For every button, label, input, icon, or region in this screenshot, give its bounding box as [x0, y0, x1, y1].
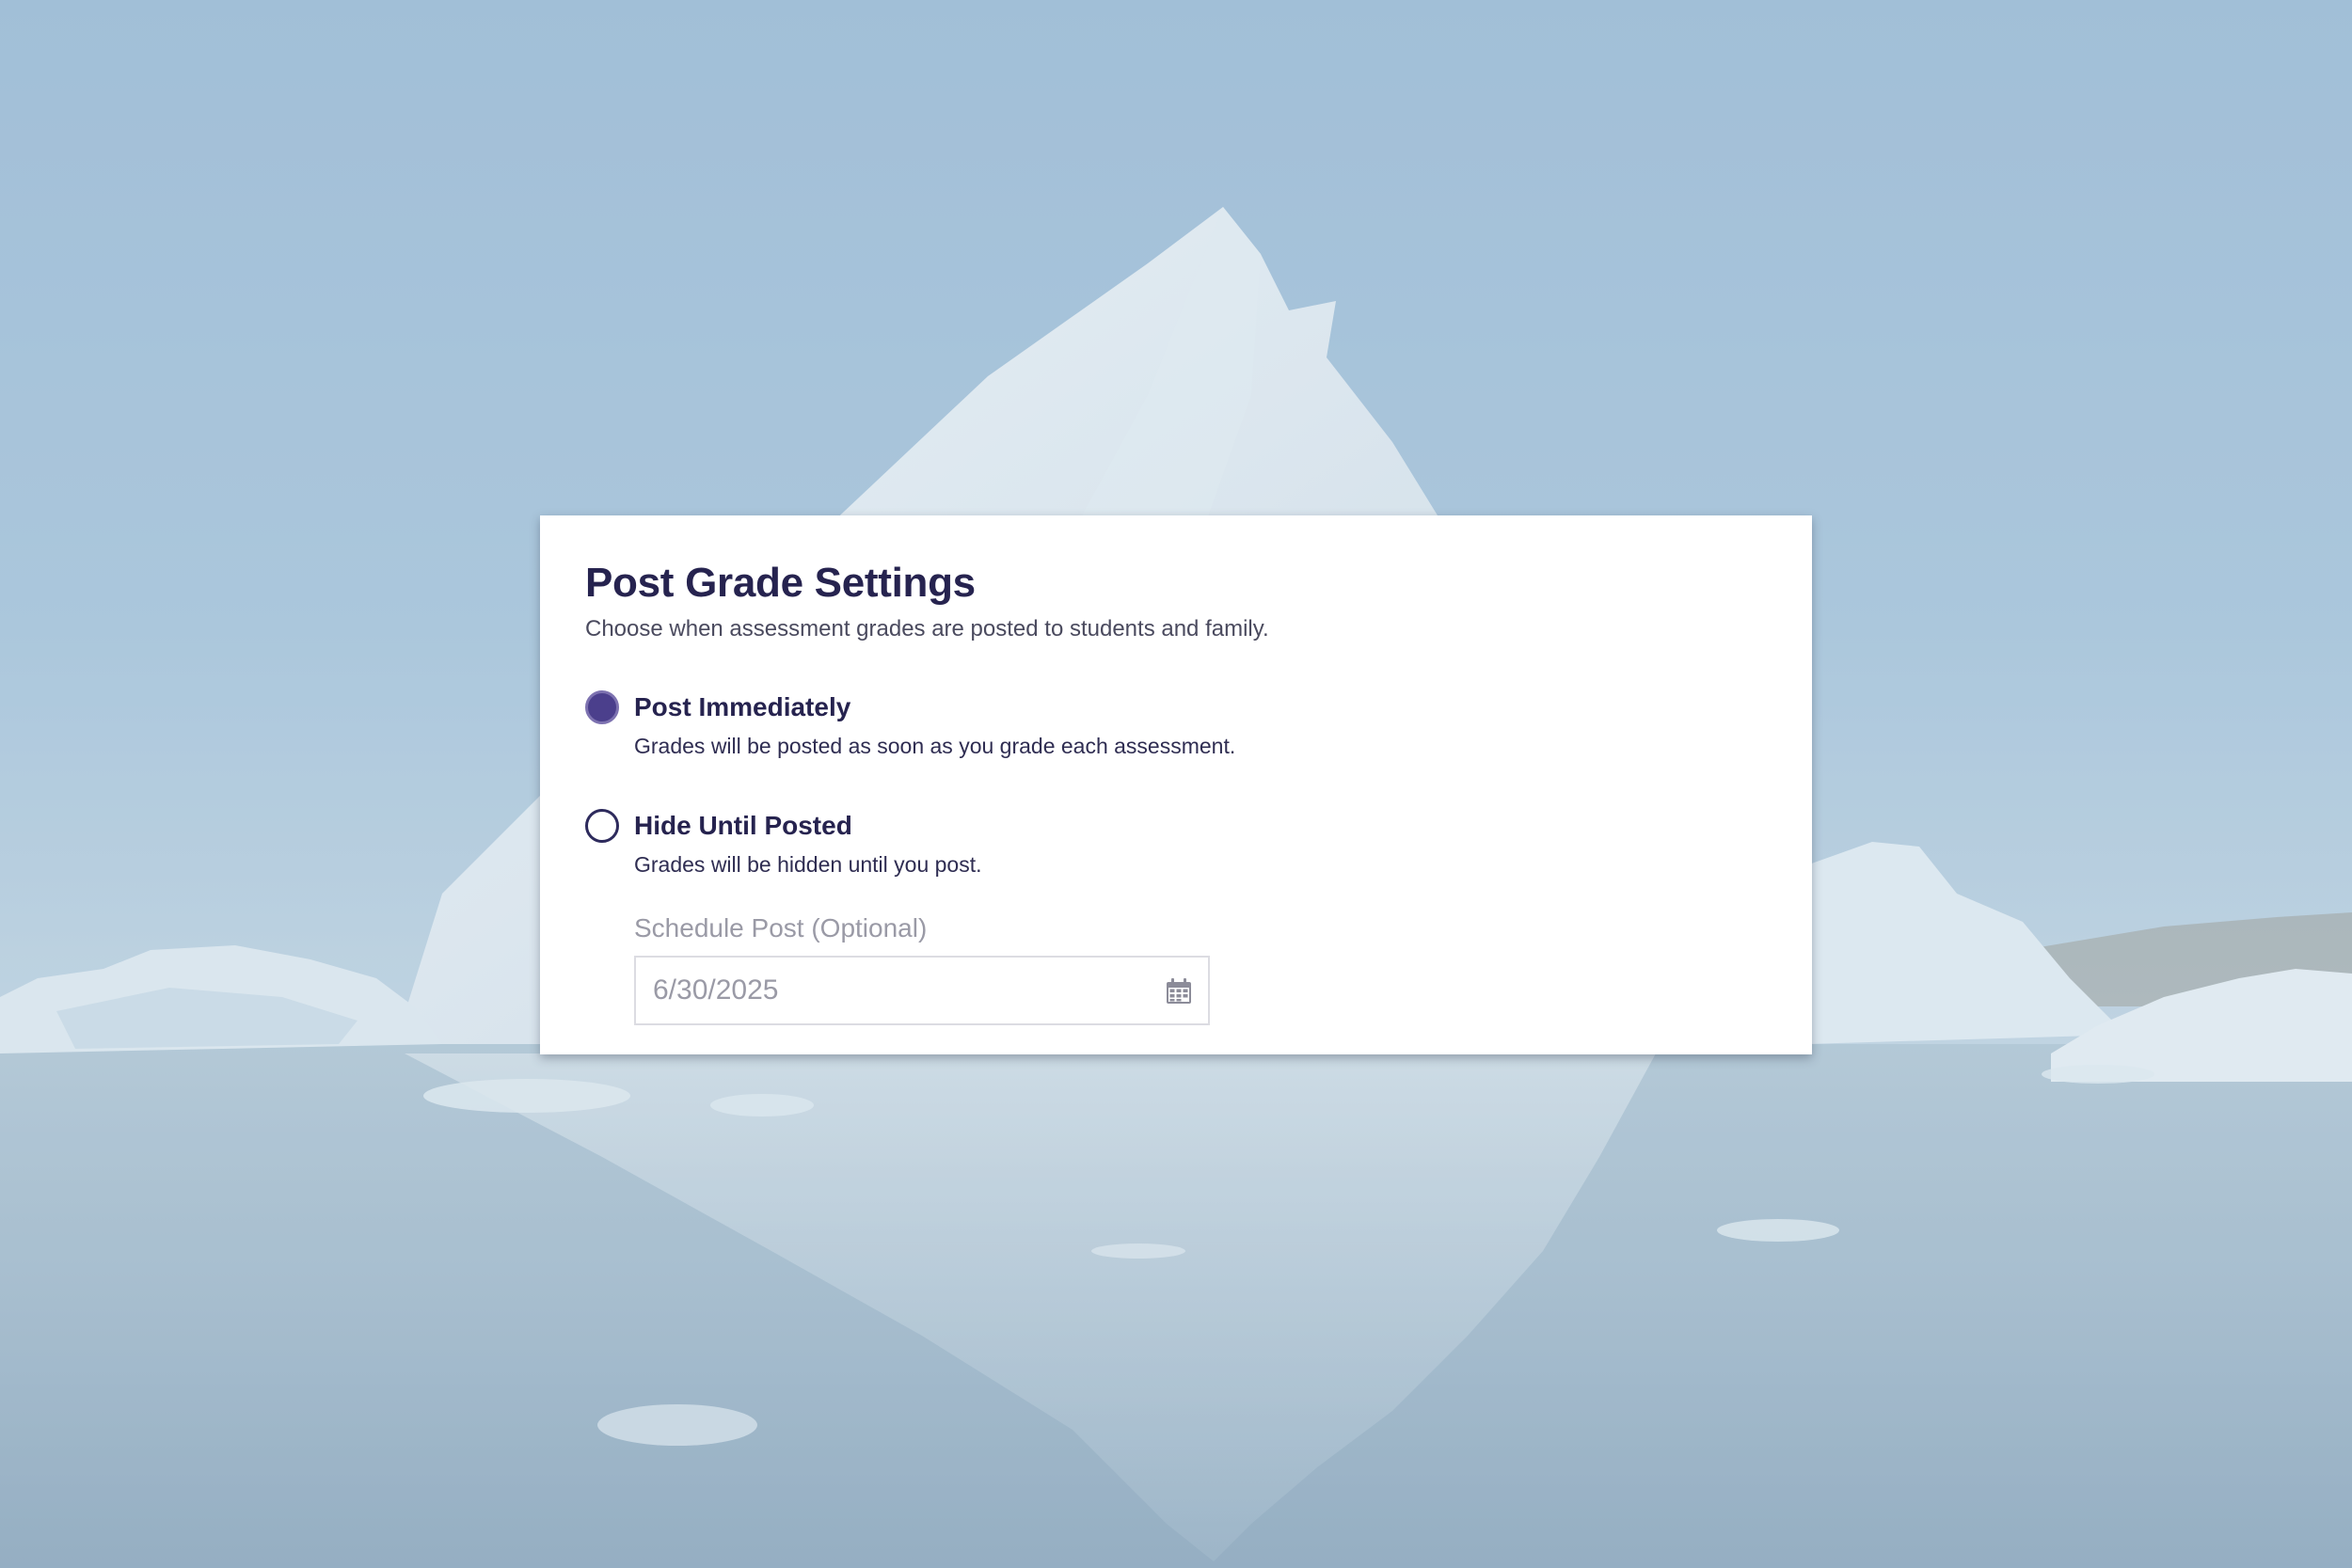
post-immediately-radio[interactable] [585, 690, 619, 724]
option-label: Post Immediately [634, 692, 851, 721]
screen: Post Grade Settings Choose when assessme… [0, 0, 2352, 1568]
post-grade-settings-dialog: Post Grade Settings Choose when assessme… [540, 515, 1812, 1054]
schedule-post-section: Schedule Post (Optional) [634, 912, 1812, 1025]
hide-until-posted-radio[interactable] [585, 809, 619, 843]
dialog-subtitle: Choose when assessment grades are posted… [585, 616, 1269, 641]
option-label: Hide Until Posted [634, 811, 852, 840]
option-hide-until-posted[interactable]: Hide Until Posted Grades will be hidden … [585, 807, 1812, 879]
dialog-title: Post Grade Settings [585, 560, 976, 606]
schedule-post-label: Schedule Post (Optional) [634, 913, 928, 942]
schedule-date-input[interactable] [636, 958, 1142, 1023]
option-description: Grades will be posted as soon as you gra… [634, 734, 1236, 758]
schedule-date-field[interactable] [634, 956, 1210, 1025]
option-post-immediately[interactable]: Post Immediately Grades will be posted a… [585, 689, 1812, 760]
calendar-icon[interactable] [1165, 977, 1193, 1006]
option-description: Grades will be hidden until you post. [634, 852, 982, 877]
